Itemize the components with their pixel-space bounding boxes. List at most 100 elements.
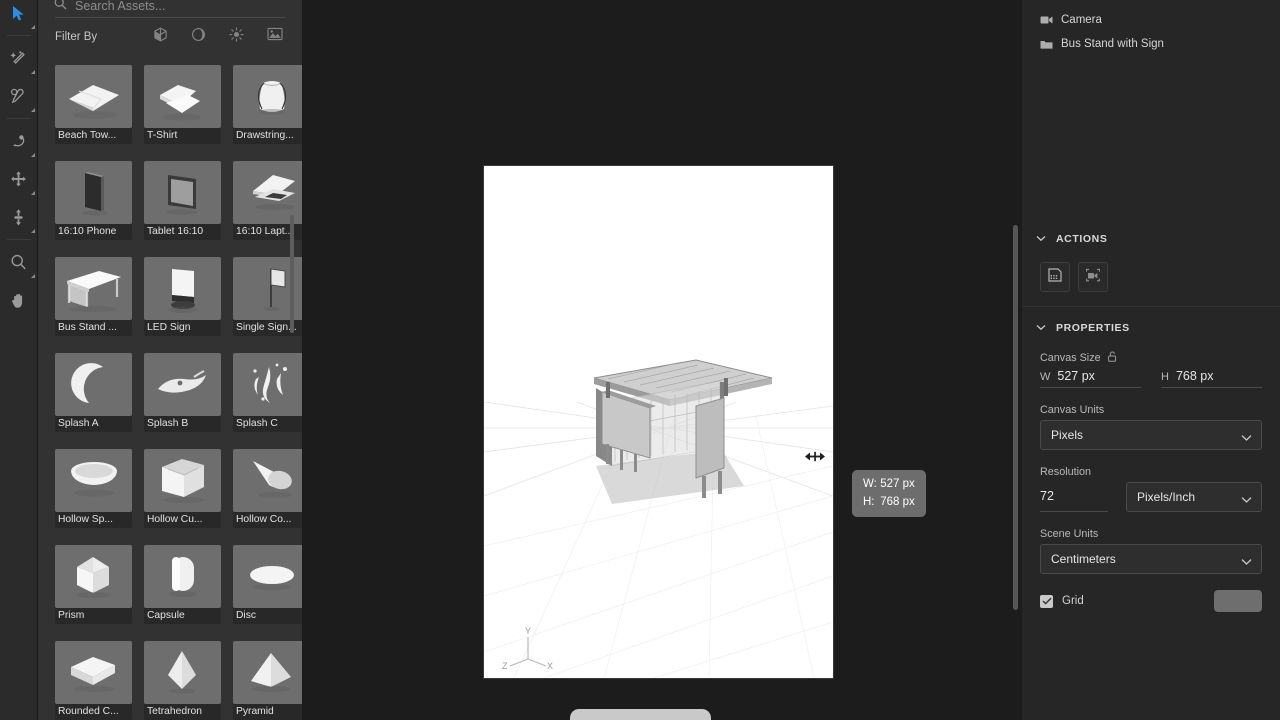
slide-tool[interactable] — [0, 198, 38, 236]
filter-models-icon[interactable] — [153, 27, 168, 47]
asset-label: Rounded C... — [55, 704, 132, 720]
list-item[interactable]: Hollow Sp... — [55, 449, 132, 528]
list-item[interactable]: Splash A — [55, 353, 132, 432]
filter-lights-icon[interactable] — [229, 27, 244, 47]
canvas-resize-handle[interactable] — [797, 440, 833, 476]
resolution-value-field[interactable]: 72 — [1040, 489, 1108, 512]
resolution-label: Resolution — [1040, 466, 1092, 478]
frame-camera-button[interactable] — [1078, 262, 1108, 292]
right-panel: Camera Bus Stand with Sign ACTIONS PROPE… — [1013, 0, 1280, 720]
assets-grid: Beach Tow... T-Shirt Drawstring... 16:10… — [38, 65, 302, 720]
list-item[interactable]: LED Sign — [144, 257, 221, 336]
filter-materials-icon[interactable] — [191, 27, 206, 47]
field-underline — [1040, 511, 1108, 512]
drawstring-bag-thumb — [233, 65, 302, 128]
canvas-size-label-row: Canvas Size — [1040, 351, 1262, 365]
canvas-size-label: Canvas Size — [1040, 352, 1101, 364]
pyramid-thumb — [233, 641, 302, 704]
search-row — [38, 0, 302, 22]
list-item[interactable]: T-Shirt — [144, 65, 221, 144]
assets-scrollbar[interactable] — [290, 215, 294, 333]
list-item[interactable]: Hollow Co... — [233, 449, 302, 528]
actions-section-header[interactable]: ACTIONS — [1022, 228, 1280, 250]
list-item[interactable]: 16:10 Phone — [55, 161, 132, 240]
scene-tree: Camera Bus Stand with Sign — [1022, 0, 1280, 56]
list-item[interactable]: Beach Tow... — [55, 65, 132, 144]
filter-images-icon[interactable] — [267, 27, 283, 47]
field-underline — [1040, 387, 1141, 388]
scene-tree-item-camera[interactable]: Camera — [1022, 8, 1280, 32]
zoom-tool[interactable] — [0, 243, 38, 281]
list-item[interactable]: Prism — [55, 545, 132, 624]
asset-label: Splash B — [144, 416, 221, 432]
section-divider — [1022, 306, 1280, 307]
chevron-down-icon — [1241, 431, 1252, 445]
resolution-unit-select[interactable]: Pixels/Inch — [1126, 482, 1262, 512]
hollow-cone-thumb — [233, 449, 302, 512]
canvas-width-field[interactable]: W 527 px — [1040, 369, 1141, 388]
assets-grid-scroll[interactable]: Side Table Cloth On T... Cloth Back... — [38, 48, 302, 720]
magic-wand-tool[interactable] — [0, 39, 38, 77]
scene-render — [484, 166, 833, 678]
scene-units-select[interactable]: Centimeters — [1040, 544, 1262, 574]
move-tool[interactable] — [0, 160, 38, 198]
asset-label: Prism — [55, 608, 132, 624]
unlock-icon[interactable] — [1107, 351, 1117, 365]
list-item[interactable]: Tablet 16:10 — [144, 161, 221, 240]
list-item[interactable]: Tetrahedron — [144, 641, 221, 720]
tool-flyout-indicator — [30, 274, 35, 278]
resize-tooltip: W: 527 px H: 768 px — [852, 470, 926, 517]
grid-color-swatch[interactable] — [1214, 590, 1262, 612]
filter-by-label: Filter By — [55, 31, 98, 43]
tooltip-height-key: H: — [863, 496, 875, 508]
scene-tree-item-bus-stand[interactable]: Bus Stand with Sign — [1022, 32, 1280, 56]
viewport[interactable]: Y Z X W: 527 px H: 768 px — [303, 0, 1022, 720]
canvas-units-select[interactable]: Pixels — [1040, 420, 1262, 450]
list-item[interactable]: Drawstring... — [233, 65, 302, 144]
height-key: H — [1161, 371, 1169, 383]
list-item[interactable]: Capsule — [144, 545, 221, 624]
svg-text:X: X — [547, 661, 553, 671]
list-item[interactable]: Disc — [233, 545, 302, 624]
asset-label: Hollow Sp... — [55, 512, 132, 528]
select-tool[interactable] — [0, 0, 38, 32]
capsule-thumb — [144, 545, 221, 608]
orbit-tool[interactable] — [0, 122, 38, 160]
canvas-3d[interactable]: Y Z X — [484, 166, 833, 678]
asset-label: Hollow Co... — [233, 512, 302, 528]
horizontal-resize-icon — [805, 449, 825, 467]
hollow-cube-thumb — [144, 449, 221, 512]
vertical-arrows-icon — [14, 208, 23, 225]
properties-section-header[interactable]: PROPERTIES — [1022, 317, 1280, 339]
chevron-down-icon — [1036, 322, 1046, 334]
tablet-thumb — [144, 161, 221, 224]
list-item[interactable]: Rounded C... — [55, 641, 132, 720]
right-panel-scrollbar[interactable] — [1013, 225, 1018, 610]
scene-units-value: Centimeters — [1051, 552, 1116, 566]
width-key: W — [1040, 371, 1051, 383]
camera-icon — [1040, 15, 1053, 25]
list-item[interactable]: Splash B — [144, 353, 221, 432]
asset-label: LED Sign — [144, 320, 221, 336]
bottom-floating-toolbar[interactable] — [570, 709, 711, 720]
list-item[interactable]: Hollow Cu... — [144, 449, 221, 528]
rounded-cube-thumb — [55, 641, 132, 704]
asset-label: Disc — [233, 608, 302, 624]
height-value: 768 px — [1175, 369, 1214, 383]
grid-checkbox[interactable] — [1040, 594, 1053, 608]
select-subject-button[interactable] — [1040, 262, 1070, 292]
list-item[interactable]: Splash C — [233, 353, 302, 432]
canvas-height-field[interactable]: H 768 px — [1161, 369, 1262, 388]
eyedropper-tool[interactable] — [0, 77, 38, 115]
resolution-value: 72 — [1040, 489, 1054, 503]
list-item[interactable]: Bus Stand ... — [55, 257, 132, 336]
search-input[interactable] — [75, 0, 275, 13]
asset-label: Splash A — [55, 416, 132, 432]
list-item[interactable]: Pyramid — [233, 641, 302, 720]
scene-units-label: Scene Units — [1040, 528, 1099, 540]
canvas-units-label: Canvas Units — [1040, 404, 1105, 416]
tool-flyout-indicator — [30, 191, 35, 195]
pan-tool[interactable] — [0, 281, 38, 319]
tool-flyout-indicator — [30, 70, 35, 74]
chevron-down-icon — [1036, 233, 1046, 245]
